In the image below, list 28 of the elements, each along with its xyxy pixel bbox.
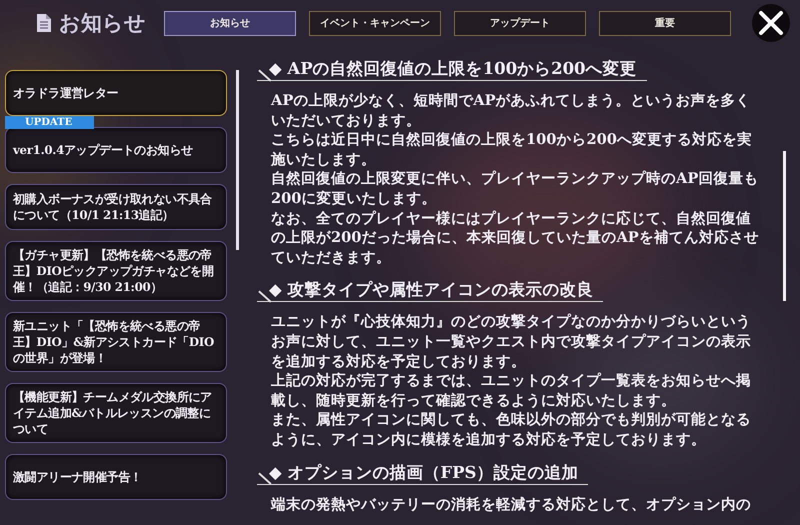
update-badge: UPDATE [5,116,94,129]
notice-list-item[interactable]: 【ガチャ更新】【恐怖を統べる悪の帝王】DIOピックアップガチャなどを開催！（追記：9/30 21:00） [5,241,227,301]
scrollbar[interactable] [236,70,239,250]
paragraph: なお、全てのプレイヤー様にはプレイヤーランクに応じて、自然回復値の上限が200だった場合に、本来回復していた量のAPを補てん対応させていただきます。 [270,208,760,268]
paragraph: APの上限が少なく、短時間でAPがあふれてしまう。というお声を多くいただいております。 [270,91,752,130]
close-button[interactable] [752,4,790,42]
paragraph: 自然回復値の上限変更に伴い、プレイヤーランクアップ時のAP回復量も200に変更いたします。 [270,169,760,209]
page-title: お知らせ [59,9,146,37]
tab[interactable]: お知らせ [164,10,296,36]
section-heading: ◆ 攻撃タイプや属性アイコンの表示の改良 [257,279,604,302]
paragraph: また、属性アイコンに関しても、色味以外の部分でも判別が可能となるように、アイコン内に模様を追加する対応を予定しております。 [270,410,752,450]
tab[interactable]: 重要 [599,10,731,36]
notice-list-item[interactable]: オラドラ運営レター [5,70,227,116]
paragraph: こちらは近日中に自然回復値の上限を100から200へ変更する対応を実施いたします。 [270,130,753,170]
document-icon [36,13,52,33]
section-heading: ◆ オプションの描画（FPS）設定の追加 [257,462,588,484]
notice-list-item[interactable]: 新ユニット「【恐怖を統べる悪の帝王】DIO」&新アシストカード「DIOの世界」が登場！ [5,312,227,372]
notice-list-item[interactable]: ver1.0.4アップデートのお知らせ [5,127,227,173]
paragraph: ユニットが『心技体知力』のどの攻撃タイプなのか分かりづらいというお声に対して、ユニット一覧やクエスト内で攻撃タイプアイコンの表示を追加する対応を予定しております。 [270,312,752,372]
tab[interactable]: アップデート [454,10,586,36]
tab[interactable]: イベント・キャンペーン [309,10,441,36]
scrollbar[interactable] [783,151,786,301]
notice-list-item[interactable]: 【機能更新】チームメダル交換所にアイテム追加&バトルレッスンの調整について [5,383,227,443]
notice-list-item[interactable]: 激闘アリーナ開催予告！ [5,454,227,500]
paragraph: 端末の発熱やバッテリーの消耗を軽減する対応として、オプション内の [270,494,752,514]
notice-list-item[interactable]: 初購入ボーナスが受け取れない不具合について（10/1 21:13追記） [5,184,227,230]
paragraph: 上記の対応が完了するまでは、ユニットのタイプ一覧表をお知らせへ掲載し、随時更新を行って確認できるように対応いたします。 [270,371,752,410]
section-heading: ◆ APの自然回復値の上限を100から200へ変更 [257,58,647,81]
